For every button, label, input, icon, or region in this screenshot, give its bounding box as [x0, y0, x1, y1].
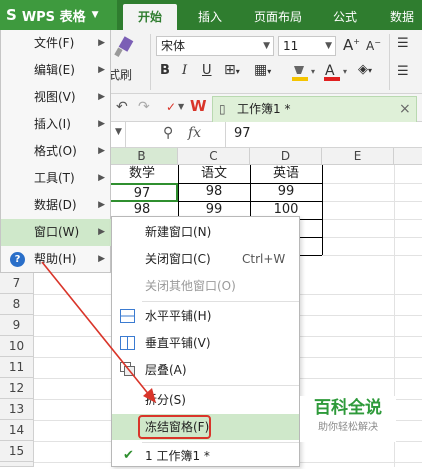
watermark-subtitle: 助你轻松解决	[318, 422, 378, 433]
watermark-logo: 百科全说 助你轻松解决	[300, 396, 396, 442]
watermark-title: 百科全说	[314, 398, 382, 418]
